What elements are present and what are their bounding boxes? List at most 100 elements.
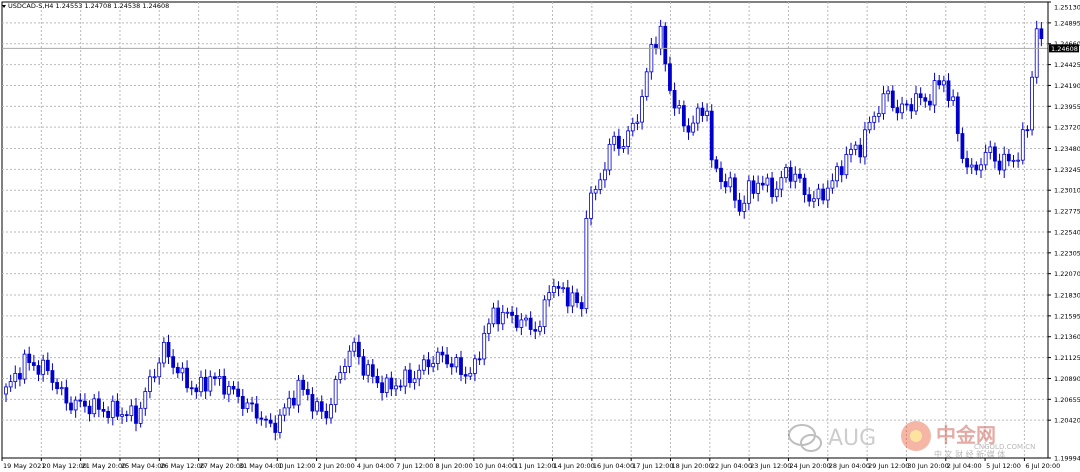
- candle-body-34: [161, 341, 166, 364]
- candle-body-208: [969, 164, 974, 168]
- candle-body-171: [798, 173, 802, 179]
- price-tick-label-10: 1.22775: [1054, 208, 1080, 216]
- candle-body-223: [1039, 28, 1044, 39]
- candle-body-163: [760, 182, 765, 186]
- time-tick-label-3: 25 May 04:00: [121, 462, 166, 470]
- candle-body-176: [821, 188, 826, 201]
- candle-body-28: [134, 405, 138, 424]
- candle-body-197: [918, 93, 923, 99]
- candle-body-87: [408, 369, 412, 384]
- time-tick-label-10: 7 Jun 12:00: [396, 462, 433, 470]
- candle-body-194: [904, 103, 909, 106]
- candle-body-200: [932, 80, 937, 106]
- chart-title: USDCAD-S,H4 1.24553 1.24708 1.24538 1.24…: [8, 2, 169, 10]
- watermark-subtitle: 中 文 财 经 新 媒 体: [934, 449, 1005, 458]
- candle-body-88: [412, 378, 417, 384]
- candle-body-83: [389, 377, 394, 390]
- candle-body-218: [1016, 159, 1021, 162]
- candle-body-92: [431, 363, 436, 368]
- candle-body-148: [691, 122, 696, 133]
- candle-body-10: [50, 370, 55, 383]
- time-tick-label-7: 1 Jun 12:00: [278, 462, 315, 470]
- candle-body-80: [375, 376, 380, 384]
- candle-body-81: [380, 382, 384, 393]
- candle-body-165: [770, 177, 774, 198]
- time-tick-label-8: 2 Jun 20:00: [318, 462, 355, 470]
- candle-body-15: [73, 399, 78, 411]
- candle-body-79: [370, 364, 375, 377]
- candle-body-217: [1011, 159, 1016, 162]
- candle-body-2: [13, 373, 18, 383]
- price-tick-label-7: 1.23480: [1054, 145, 1080, 153]
- candle-body-117: [547, 292, 552, 301]
- price-tick-label-19: 1.20655: [1054, 396, 1080, 404]
- time-tick-label-19: 23 Jun 12:00: [750, 462, 791, 470]
- candle-body-199: [928, 100, 932, 106]
- candle-body-153: [714, 159, 719, 169]
- candle-body-5: [27, 353, 32, 364]
- candle-body-40: [189, 387, 194, 390]
- candle-body-216: [1006, 153, 1011, 162]
- candle-body-17: [83, 400, 87, 407]
- price-tick-label-18: 1.20890: [1054, 375, 1080, 383]
- candle-body-9: [45, 359, 50, 371]
- price-tick-label-3: 1.24425: [1054, 61, 1080, 69]
- time-tick-label-14: 14 Jun 20:00: [554, 462, 595, 470]
- candle-body-186: [867, 121, 872, 131]
- price-badge: 1.24608: [1049, 44, 1079, 53]
- time-tick-label-12: 10 Jun 04:00: [475, 462, 516, 470]
- candle-body-138: [644, 71, 649, 97]
- candle-body-99: [463, 374, 468, 377]
- candle-body-48: [226, 385, 231, 395]
- candle-body-18: [87, 405, 92, 415]
- candle-body-105: [491, 307, 496, 325]
- candle-body-51: [240, 396, 245, 409]
- candle-body-42: [199, 376, 203, 393]
- price-tick-label-8: 1.23245: [1054, 166, 1080, 174]
- candle-body-166: [774, 188, 779, 198]
- candle-body-14: [69, 402, 73, 411]
- candle-body-133: [621, 146, 626, 149]
- candle-body-35: [166, 341, 171, 358]
- candle-body-7: [36, 365, 41, 375]
- candle-body-160: [746, 180, 751, 204]
- time-tick-label-20: 24 Jun 20:00: [789, 462, 830, 470]
- candlestick-chart[interactable]: 1.251301.248951.246601.244251.241901.239…: [0, 0, 1080, 472]
- time-tick-label-16: 17 Jun 12:00: [632, 462, 673, 470]
- candle-body-61: [287, 397, 292, 409]
- candle-body-215: [1002, 153, 1007, 171]
- candle-body-162: [756, 182, 761, 194]
- time-tick-label-15: 16 Jun 04:00: [593, 462, 634, 470]
- candle-body-221: [1030, 76, 1034, 131]
- candle-body-157: [733, 177, 737, 201]
- candle-body-44: [208, 376, 213, 392]
- time-tick-label-21: 28 Jun 04:00: [829, 462, 870, 470]
- candle-body-106: [496, 307, 501, 325]
- candle-body-50: [236, 388, 241, 397]
- candle-body-114: [533, 329, 538, 332]
- candle-body-111: [519, 319, 524, 328]
- candle-body-12: [59, 387, 64, 390]
- candle-body-113: [528, 317, 533, 330]
- candle-body-144: [672, 90, 677, 109]
- time-tick-label-11: 8 Jun 20:00: [436, 462, 473, 470]
- candle-body-109: [510, 311, 514, 316]
- cngold-logo-icon: [901, 421, 931, 451]
- candle-body-100: [468, 372, 473, 377]
- candle-body-210: [979, 164, 983, 171]
- candle-body-116: [542, 299, 547, 328]
- candle-body-101: [473, 358, 477, 374]
- candle-body-156: [728, 177, 733, 188]
- candle-body-76: [356, 341, 361, 358]
- candle-body-120: [561, 287, 566, 290]
- candle-body-59: [278, 414, 282, 433]
- candle-body-127: [593, 189, 598, 194]
- candle-body-129: [603, 169, 607, 181]
- candle-body-158: [737, 199, 742, 212]
- candle-body-30: [143, 391, 148, 409]
- candle-body-190: [886, 90, 891, 95]
- candle-body-134: [626, 130, 631, 147]
- time-tick-label-22: 29 Jun 12:00: [868, 462, 909, 470]
- candle-body-195: [909, 104, 914, 112]
- candle-body-115: [538, 326, 542, 332]
